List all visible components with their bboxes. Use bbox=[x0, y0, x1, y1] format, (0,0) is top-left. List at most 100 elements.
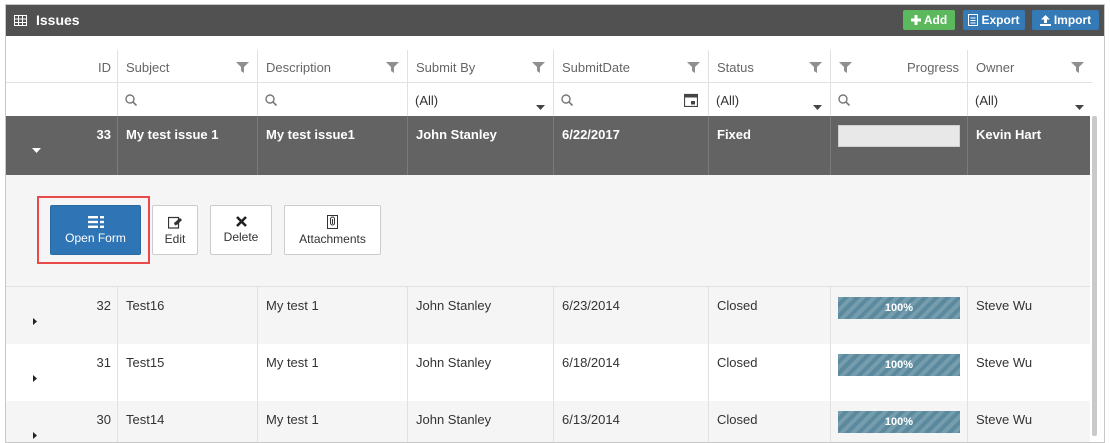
cell-progress bbox=[830, 116, 967, 175]
column-header-owner[interactable]: Owner bbox=[967, 50, 1092, 82]
cell-submit-by: John Stanley bbox=[407, 116, 553, 175]
chevron-down-icon bbox=[536, 98, 545, 113]
search-icon bbox=[838, 94, 851, 109]
cell-id: 31 bbox=[6, 344, 117, 401]
cell-status-text: Fixed bbox=[717, 127, 751, 142]
table-row[interactable]: 32 Test16 My test 1 John Stanley 6/23/20… bbox=[6, 287, 1092, 344]
owner-filter-select[interactable]: (All) bbox=[967, 83, 1092, 116]
cell-status: Closed bbox=[708, 344, 830, 401]
progress-search-input[interactable] bbox=[830, 83, 967, 116]
progress-filter-funnel-icon[interactable] bbox=[839, 61, 852, 76]
status-filter-funnel-icon[interactable] bbox=[809, 61, 822, 76]
column-header-id[interactable]: ID bbox=[6, 50, 117, 82]
progress-label: 100% bbox=[884, 359, 914, 371]
cell-submit-by: John Stanley bbox=[407, 287, 553, 344]
column-header-submit-by[interactable]: Submit By bbox=[407, 50, 553, 82]
table-row[interactable]: 31 Test15 My test 1 John Stanley 6/18/20… bbox=[6, 344, 1092, 401]
submit-date-filter-funnel-icon[interactable] bbox=[687, 61, 700, 76]
cell-submit-date: 6/13/2014 bbox=[553, 401, 708, 442]
cell-subject: Test16 bbox=[117, 287, 257, 344]
cell-owner: Steve Wu bbox=[967, 401, 1092, 442]
cell-submit-date-text: 6/22/2017 bbox=[562, 127, 620, 142]
cell-owner-text: Kevin Hart bbox=[976, 127, 1042, 142]
search-icon bbox=[125, 94, 138, 109]
cell-submit-by: John Stanley bbox=[407, 401, 553, 442]
table-row-selected[interactable]: 33 My test issue 1 My test issue1 John S… bbox=[6, 116, 1092, 175]
cell-submit-by-text: John Stanley bbox=[416, 127, 497, 142]
cell-submit-by-text: John Stanley bbox=[416, 355, 492, 370]
status-filter-value: (All) bbox=[716, 93, 740, 108]
attachments-button[interactable]: Attachments bbox=[284, 205, 381, 255]
column-header-progress[interactable]: Progress bbox=[830, 50, 967, 82]
cell-description-text: My test 1 bbox=[266, 298, 319, 313]
attachment-file-icon bbox=[327, 214, 338, 229]
progress-bar: 100% bbox=[838, 354, 960, 376]
progress-bar-empty bbox=[838, 125, 960, 147]
table-row[interactable]: 30 Test14 My test 1 John Stanley 6/13/20… bbox=[6, 401, 1092, 442]
cell-description: My test issue1 bbox=[257, 116, 407, 175]
column-header-description-label: Description bbox=[266, 60, 332, 75]
cell-id-text: 33 bbox=[96, 127, 111, 142]
column-header-id-label: ID bbox=[98, 60, 111, 75]
subject-filter-funnel-icon[interactable] bbox=[236, 61, 249, 76]
cell-id-text: 32 bbox=[96, 298, 111, 313]
progress-bar: 100% bbox=[838, 411, 960, 433]
cell-id: 30 bbox=[6, 401, 117, 442]
calendar-icon[interactable] bbox=[683, 93, 699, 110]
column-header-status[interactable]: Status bbox=[708, 50, 830, 82]
export-button[interactable]: Export bbox=[963, 10, 1025, 30]
submit-by-filter-select[interactable]: (All) bbox=[407, 83, 553, 116]
export-icon bbox=[968, 14, 979, 26]
cell-status-text: Closed bbox=[717, 412, 758, 427]
delete-button[interactable]: Delete bbox=[210, 205, 272, 255]
filter-row: (All) (All) (All) bbox=[6, 82, 1092, 116]
scrollbar-thumb[interactable] bbox=[1092, 116, 1097, 436]
submit-date-filter-input[interactable] bbox=[553, 83, 708, 116]
column-header-subject[interactable]: Subject bbox=[117, 50, 257, 82]
owner-filter-funnel-icon[interactable] bbox=[1071, 61, 1084, 76]
column-header-submit-date[interactable]: SubmitDate bbox=[553, 50, 708, 82]
grid-icon bbox=[14, 14, 27, 29]
cell-status: Closed bbox=[708, 287, 830, 344]
cell-owner: Kevin Hart bbox=[967, 116, 1092, 175]
cell-submit-by-text: John Stanley bbox=[416, 412, 492, 427]
form-icon bbox=[87, 215, 104, 228]
cell-description-text: My test 1 bbox=[266, 355, 319, 370]
filter-cell-id bbox=[6, 83, 117, 116]
cell-submit-date-text: 6/18/2014 bbox=[562, 355, 620, 370]
add-button[interactable]: Add bbox=[903, 10, 955, 30]
column-header-description[interactable]: Description bbox=[257, 50, 407, 82]
cell-owner: Steve Wu bbox=[967, 287, 1092, 344]
edit-button-label: Edit bbox=[164, 231, 186, 246]
cell-id: 32 bbox=[6, 287, 117, 344]
import-button[interactable]: Import bbox=[1032, 10, 1099, 30]
cell-subject-text: Test15 bbox=[126, 355, 165, 370]
issues-panel: Issues Add Export Import ID Subject Desc… bbox=[5, 4, 1105, 443]
description-filter-funnel-icon[interactable] bbox=[386, 61, 399, 76]
cell-description: My test 1 bbox=[257, 287, 407, 344]
submit-by-filter-funnel-icon[interactable] bbox=[532, 61, 545, 76]
cell-submit-date: 6/23/2014 bbox=[553, 287, 708, 344]
chevron-down-icon bbox=[1075, 98, 1084, 113]
cell-owner-text: Steve Wu bbox=[976, 355, 1033, 370]
add-button-label: Add bbox=[923, 13, 948, 27]
import-button-label: Import bbox=[1053, 13, 1092, 27]
edit-button[interactable]: Edit bbox=[152, 205, 198, 255]
progress-label: 100% bbox=[884, 416, 914, 428]
cell-description-text: My test 1 bbox=[266, 412, 319, 427]
status-filter-select[interactable]: (All) bbox=[708, 83, 830, 116]
cell-status-text: Closed bbox=[717, 355, 758, 370]
subject-search-input[interactable] bbox=[117, 83, 257, 116]
column-header-row: ID Subject Description Submit By SubmitD… bbox=[6, 50, 1092, 82]
cell-owner-text: Steve Wu bbox=[976, 412, 1033, 427]
plus-icon bbox=[910, 15, 921, 25]
cell-owner-text: Steve Wu bbox=[976, 298, 1033, 313]
submit-by-filter-value: (All) bbox=[415, 93, 439, 108]
open-form-button[interactable]: Open Form bbox=[50, 205, 141, 255]
search-icon bbox=[265, 94, 278, 109]
delete-button-label: Delete bbox=[223, 230, 259, 244]
cell-owner: Steve Wu bbox=[967, 344, 1092, 401]
export-button-label: Export bbox=[981, 13, 1020, 27]
cell-subject: My test issue 1 bbox=[117, 116, 257, 175]
description-search-input[interactable] bbox=[257, 83, 407, 116]
